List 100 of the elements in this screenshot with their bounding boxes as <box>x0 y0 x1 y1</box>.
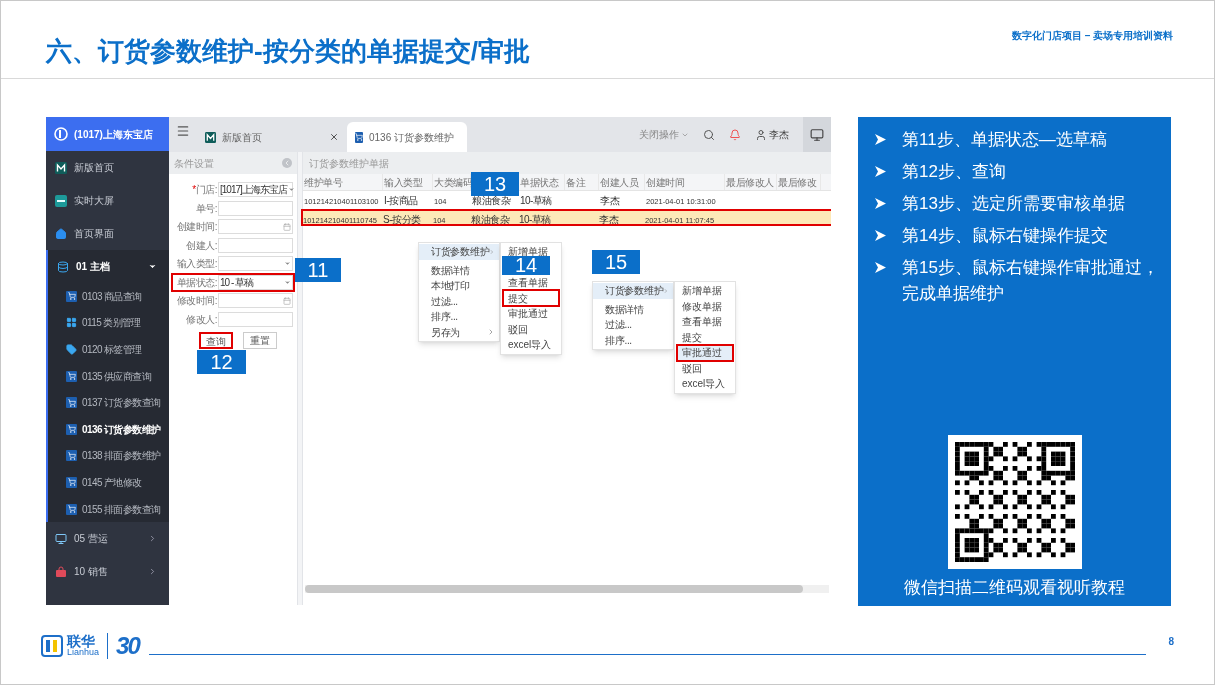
sidebar-subitem[interactable]: 0136 订货参数维护 <box>48 415 169 443</box>
cart-icon <box>66 423 77 435</box>
cart-icon <box>66 370 77 382</box>
user-icon <box>755 128 767 141</box>
sidebar-item[interactable]: 01 主档 <box>48 250 169 283</box>
date-field[interactable] <box>218 293 293 308</box>
sidebar-subitem[interactable]: 0155 排面参数查询 <box>48 495 169 523</box>
m-logo-icon <box>205 131 216 143</box>
menu-item[interactable]: 查看单据 <box>504 275 552 290</box>
m-logo-icon <box>55 161 67 174</box>
step-text: 第12步、查询 <box>902 161 1006 183</box>
menu-item[interactable]: 提交 <box>678 330 706 345</box>
arrow-bullet-icon <box>874 133 887 146</box>
sidebar-item[interactable]: 首页界面 <box>46 217 169 250</box>
close-icon[interactable] <box>329 132 339 142</box>
tab[interactable]: 新版首页 <box>197 122 347 152</box>
caret-right-icon <box>148 567 157 577</box>
sidebar-item[interactable]: 新版首页 <box>46 151 169 184</box>
table-cell: 李杰 <box>599 213 618 225</box>
search-icon[interactable] <box>703 128 715 141</box>
column-header: 最后修改人 <box>726 175 774 190</box>
collapse-icon[interactable] <box>282 158 292 168</box>
menu-item[interactable]: 数据详情 <box>593 301 673 317</box>
cart-icon <box>66 450 77 462</box>
sidebar-subitem[interactable]: 0135 供应商查询 <box>48 362 169 390</box>
input-field[interactable] <box>218 237 293 253</box>
input-field[interactable] <box>218 200 293 216</box>
sidebar-item[interactable]: 05 营运 <box>46 522 169 556</box>
table-cell: S-按分类 <box>383 213 421 225</box>
select-field[interactable] <box>218 256 293 271</box>
column-header: 创建时间 <box>646 175 684 190</box>
menu-item[interactable]: 订货参数维护 <box>419 244 499 260</box>
panel-title: 订货参数维护单据 <box>309 156 389 171</box>
menu-item[interactable]: 数据详情 <box>419 262 499 278</box>
form-button[interactable]: 重置 <box>243 332 277 349</box>
step-number-badge: 14 <box>502 255 550 275</box>
form-button[interactable]: 查询 <box>199 332 233 349</box>
column-header: 最后修改 <box>778 175 816 190</box>
sidebar-subitem[interactable]: 0138 排面参数维护 <box>48 442 169 470</box>
sidebar-subitem[interactable]: 0120 标签管理 <box>48 336 169 363</box>
qr-caption: 微信扫描二维码观看视听教程 <box>904 576 1125 599</box>
dashboard-icon <box>55 194 67 207</box>
field-label: *门店: <box>191 183 218 197</box>
column-header: 备注 <box>566 175 585 190</box>
step-text: 第14步、鼠标右键操作提交 <box>902 225 1108 247</box>
grid-icon <box>66 317 77 329</box>
caret-down-icon <box>284 278 291 286</box>
column-header: 维护单号 <box>304 175 342 190</box>
chevron-right-icon <box>487 328 495 337</box>
field-label: 创建人: <box>185 238 218 253</box>
menu-item[interactable]: 新增单据 <box>678 283 726 298</box>
monitor-button[interactable] <box>803 117 831 152</box>
sidebar-subitem[interactable]: 0103 商品查询 <box>48 283 169 310</box>
arrow-bullet-icon <box>874 197 887 210</box>
cart-icon <box>355 131 363 143</box>
sidebar-subitem[interactable]: 0115 类别管理 <box>48 309 169 337</box>
table-cell: 李杰 <box>600 194 619 206</box>
select-field[interactable]: 10 - 草稿 <box>218 274 293 290</box>
table-cell: 10-草稿 <box>519 213 551 225</box>
sidebar-subitem[interactable]: 0145 产地修改 <box>48 469 169 496</box>
menu-item[interactable]: 驳回 <box>504 322 532 337</box>
menu-item[interactable]: excel导入 <box>678 376 730 391</box>
table-cell: 粮油食杂 <box>471 213 509 225</box>
panel-title: 条件设置 <box>174 156 214 171</box>
column-header: 单据状态 <box>520 175 558 190</box>
menu-item[interactable]: 排序... <box>593 332 673 348</box>
sale-bag-icon <box>55 565 67 578</box>
menu-item[interactable]: 订货参数维护 <box>593 283 673 299</box>
home-icon <box>55 227 67 240</box>
menu-item[interactable]: excel导入 <box>504 337 556 352</box>
date-field[interactable] <box>218 219 293 234</box>
caret-down-icon <box>287 186 295 193</box>
field-label: 创建时间: <box>175 220 218 234</box>
bell-icon[interactable] <box>729 128 741 141</box>
menu-item[interactable]: 驳回 <box>678 361 706 376</box>
sidebar-item[interactable]: 10 销售 <box>46 555 169 589</box>
menu-item[interactable]: 过滤... <box>419 293 499 309</box>
menu-item[interactable]: 本地打印 <box>419 278 499 294</box>
menu-item[interactable]: 查看单据 <box>678 314 726 329</box>
select-field[interactable]: [1017]上海东宝店 <box>218 182 293 197</box>
menu-item[interactable]: 审批通过 <box>504 306 552 321</box>
menu-item[interactable]: 另存为 <box>419 324 499 340</box>
store-name: (1017)上海东宝店 <box>74 127 153 142</box>
menu-item[interactable]: 审批通过 <box>678 345 732 360</box>
cart-icon <box>66 503 77 515</box>
user-menu[interactable]: 李杰 <box>755 127 789 142</box>
menu-item[interactable]: 提交 <box>504 291 558 306</box>
menu-item[interactable]: 排序... <box>419 309 499 325</box>
calendar-icon <box>283 222 291 231</box>
input-field[interactable] <box>218 311 293 327</box>
menu-item[interactable]: 修改单据 <box>678 299 726 314</box>
column-header: 创建人员 <box>600 175 638 190</box>
sidebar-item[interactable]: 实时大屏 <box>46 184 169 217</box>
column-header: 输入类型 <box>384 175 422 190</box>
tab[interactable]: 0136 订货参数维护 <box>347 122 467 152</box>
page-number: 8 <box>1168 635 1174 649</box>
scrollbar[interactable] <box>305 585 829 593</box>
menu-item[interactable]: 过滤... <box>593 317 673 333</box>
menu-icon[interactable] <box>176 124 190 138</box>
sidebar-subitem[interactable]: 0137 订货参数查询 <box>48 389 169 416</box>
